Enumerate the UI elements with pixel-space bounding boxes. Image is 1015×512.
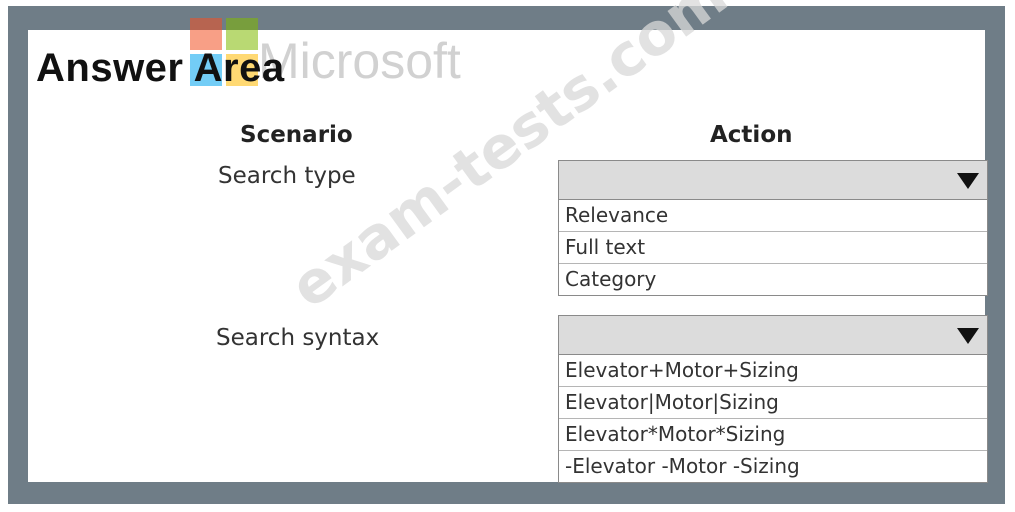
scenario-search-syntax: Search syntax	[216, 325, 380, 351]
dropdown-option[interactable]: Category	[559, 264, 987, 295]
dropdown-option[interactable]: Full text	[559, 232, 987, 264]
search-type-dropdown-header[interactable]	[559, 161, 987, 200]
answer-area-panel: Microsoft Answer Area exam-tests.com Sce…	[28, 0, 988, 483]
dropdown-option[interactable]: Elevator+Motor+Sizing	[559, 355, 987, 387]
scenario-header: Scenario	[240, 122, 353, 148]
microsoft-watermark: Microsoft	[258, 33, 461, 89]
dropdown-option[interactable]: -Elevator -Motor -Sizing	[559, 451, 987, 482]
triangle-down-icon[interactable]	[957, 173, 979, 189]
answer-area-title: Answer Area	[36, 46, 285, 90]
answer-area-frame: Microsoft Answer Area exam-tests.com Sce…	[8, 0, 1005, 504]
scenario-search-type: Search type	[218, 163, 356, 189]
search-syntax-dropdown-header[interactable]	[559, 316, 987, 355]
dropdown-option[interactable]: Elevator*Motor*Sizing	[559, 419, 987, 451]
search-type-dropdown[interactable]: Relevance Full text Category	[558, 160, 988, 296]
action-header: Action	[710, 122, 793, 148]
dropdown-option[interactable]: Elevator|Motor|Sizing	[559, 387, 987, 419]
search-syntax-dropdown[interactable]: Elevator+Motor+Sizing Elevator|Motor|Siz…	[558, 315, 988, 483]
dropdown-option[interactable]: Relevance	[559, 200, 987, 232]
triangle-down-icon[interactable]	[957, 328, 979, 344]
